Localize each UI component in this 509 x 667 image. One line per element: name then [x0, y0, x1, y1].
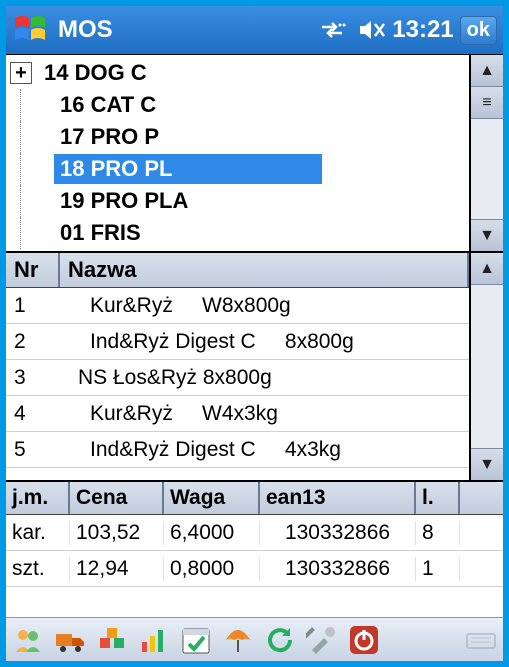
- tree-guide: [20, 89, 48, 121]
- cell-waga: 0,8000: [164, 557, 260, 581]
- users-icon[interactable]: [12, 624, 44, 656]
- table-row[interactable]: 1 Kur&Ryż W8x800g: [6, 288, 469, 324]
- umbrella-icon[interactable]: [222, 624, 254, 656]
- tree-item-label: 16 CAT C: [54, 90, 162, 120]
- cell-nr: 1: [6, 294, 60, 318]
- content-area: + 14 DOG C 16 CAT C 17 PRO P 18 PRO PL: [6, 54, 503, 617]
- scroll-up-icon[interactable]: ▲: [471, 253, 503, 285]
- ok-button[interactable]: ok: [460, 16, 497, 45]
- cell-nazwa: Ind&Ryż Digest C 8x800g: [60, 330, 469, 354]
- keyboard-icon[interactable]: [465, 624, 497, 656]
- cell-nazwa: Kur&Ryż W8x800g: [60, 294, 469, 318]
- tree-item-label: 01 FRIS: [54, 218, 147, 248]
- scroll-up-icon[interactable]: ▲: [471, 55, 503, 87]
- tree-item-label: 14 DOG C: [38, 58, 153, 88]
- products-header: Nr Nazwa: [6, 253, 469, 288]
- boxes-icon[interactable]: [96, 624, 128, 656]
- cell-l: 1: [416, 557, 460, 581]
- tree-item-selected[interactable]: 18 PRO PL: [6, 153, 469, 185]
- units-table[interactable]: j.m. Cena Waga ean13 l. kar. 103,52 6,40…: [6, 482, 503, 587]
- power-icon[interactable]: [348, 624, 380, 656]
- chart-icon[interactable]: [138, 624, 170, 656]
- calendar-check-icon[interactable]: [180, 624, 212, 656]
- col-nazwa-header[interactable]: Nazwa: [60, 253, 469, 287]
- expand-icon[interactable]: +: [10, 62, 32, 84]
- col-nr-header[interactable]: Nr: [6, 253, 60, 287]
- cell-nazwa: Ind&Ryż Digest C 4x3kg: [60, 438, 469, 462]
- scroll-track[interactable]: [471, 285, 503, 448]
- units-pane: j.m. Cena Waga ean13 l. kar. 103,52 6,40…: [6, 482, 503, 587]
- products-table[interactable]: Nr Nazwa 1 Kur&Ryż W8x800g 2 Ind&Ryż Dig…: [6, 253, 469, 480]
- cell-nr: 5: [6, 438, 60, 462]
- table-row[interactable]: kar. 103,52 6,4000 130332866 8: [6, 515, 503, 551]
- tree-item[interactable]: + 14 DOG C: [6, 57, 469, 89]
- cell-jm: szt.: [6, 557, 70, 581]
- truck-icon[interactable]: [54, 624, 86, 656]
- units-header: j.m. Cena Waga ean13 l.: [6, 482, 503, 515]
- table-row[interactable]: 4 Kur&Ryż W4x3kg: [6, 396, 469, 432]
- tree-item-label: 17 PRO P: [54, 122, 165, 152]
- cell-l: 8: [416, 521, 460, 545]
- cell-jm: kar.: [6, 521, 70, 545]
- cell-ean: 130332866: [260, 557, 416, 581]
- table-row[interactable]: 2 Ind&Ryż Digest C 8x800g: [6, 324, 469, 360]
- cell-nr: 4: [6, 402, 60, 426]
- products-pane: Nr Nazwa 1 Kur&Ryż W8x800g 2 Ind&Ryż Dig…: [6, 253, 503, 482]
- tree-item[interactable]: 01 FRIS: [6, 217, 469, 249]
- col-jm-header[interactable]: j.m.: [6, 482, 70, 514]
- scroll-down-icon[interactable]: ▼: [471, 448, 503, 480]
- cell-cena: 103,52: [70, 521, 164, 545]
- titlebar: MOS 13:21 ok: [6, 6, 503, 54]
- tree-guide: [20, 217, 48, 249]
- volume-muted-icon[interactable]: [358, 19, 386, 41]
- tree-item[interactable]: 17 PRO P: [6, 121, 469, 153]
- cell-ean: 130332866: [260, 521, 416, 545]
- scroll-grip-icon[interactable]: ≡: [471, 87, 503, 119]
- scroll-track[interactable]: [471, 119, 503, 219]
- cell-nr: 3: [6, 366, 60, 390]
- bottom-toolbar: [6, 617, 503, 661]
- tree-item[interactable]: 19 PRO PLA: [6, 185, 469, 217]
- app-title: MOS: [58, 16, 113, 44]
- table-row[interactable]: szt. 12,94 0,8000 130332866 1: [6, 551, 503, 587]
- cell-cena: 12,94: [70, 557, 164, 581]
- tree-guide: [20, 153, 48, 185]
- col-cena-header[interactable]: Cena: [70, 482, 164, 514]
- table-row[interactable]: 5 Ind&Ryż Digest C 4x3kg: [6, 432, 469, 468]
- scroll-down-icon[interactable]: ▼: [471, 219, 503, 251]
- col-waga-header[interactable]: Waga: [164, 482, 260, 514]
- cell-nazwa: Kur&Ryż W4x3kg: [60, 402, 469, 426]
- start-flag-icon[interactable]: [12, 12, 48, 48]
- cell-waga: 6,4000: [164, 521, 260, 545]
- tools-icon[interactable]: [306, 624, 338, 656]
- connectivity-icon[interactable]: [318, 19, 346, 41]
- tree-scrollbar[interactable]: ▲ ≡ ▼: [469, 55, 503, 251]
- cell-nazwa: NS Łos&Ryż 8x800g: [60, 366, 469, 390]
- clock-label: 13:21: [392, 16, 453, 44]
- category-tree[interactable]: + 14 DOG C 16 CAT C 17 PRO P 18 PRO PL: [6, 55, 469, 251]
- tree-item-label: 18 PRO PL: [54, 154, 322, 184]
- col-ean-header[interactable]: ean13: [260, 482, 416, 514]
- products-scrollbar[interactable]: ▲ ▼: [469, 253, 503, 480]
- tree-item[interactable]: 16 CAT C: [6, 89, 469, 121]
- category-tree-pane: + 14 DOG C 16 CAT C 17 PRO P 18 PRO PL: [6, 55, 503, 253]
- app-window: MOS 13:21 ok + 14 DOG C: [0, 0, 509, 667]
- tree-item-label: 19 PRO PLA: [54, 186, 194, 216]
- tree-guide: [20, 121, 48, 153]
- col-l-header[interactable]: l.: [416, 482, 460, 514]
- tree-guide: [20, 185, 48, 217]
- refresh-icon[interactable]: [264, 624, 296, 656]
- table-row[interactable]: 3 NS Łos&Ryż 8x800g: [6, 360, 469, 396]
- cell-nr: 2: [6, 330, 60, 354]
